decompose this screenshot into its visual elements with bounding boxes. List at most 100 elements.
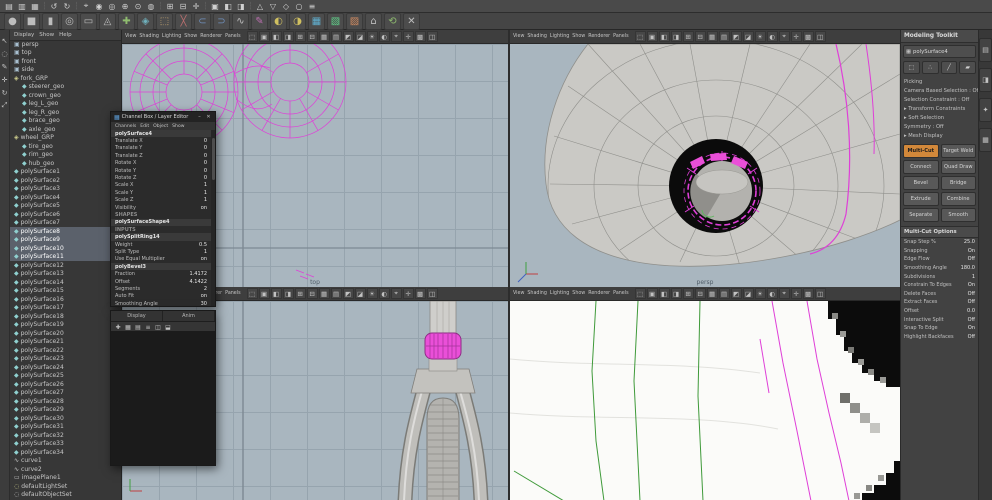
viewport-toolbar-icon[interactable]: ▣ [259, 288, 270, 299]
channel-value[interactable]: 30 [201, 301, 207, 306]
viewport-toolbar-icon[interactable]: ✛ [791, 31, 802, 42]
viewport-toolbar-icon[interactable]: ◩ [343, 31, 354, 42]
outliner-item[interactable]: ◆ polySurface22 [10, 346, 121, 355]
viewport-menu[interactable]: Show [572, 291, 585, 296]
channel-row[interactable]: Split Type 1 [111, 248, 211, 255]
lasso-tool-icon[interactable]: ◌ [0, 49, 9, 58]
viewport-toolbar-icon[interactable]: ⊞ [683, 31, 694, 42]
channel-value[interactable]: 1 [204, 182, 207, 188]
select-tool-icon[interactable]: ↖ [0, 36, 9, 45]
outliner-item[interactable]: ◆ polySurface23 [10, 355, 121, 364]
outliner-menu[interactable]: Display [14, 32, 34, 38]
multi-cut-icon[interactable]: ╳ [175, 13, 192, 30]
viewport-toolbar-icon[interactable]: ⬚ [247, 288, 258, 299]
outliner-item[interactable]: ◆ brace_geo [10, 117, 121, 126]
viewport-toolbar-icon[interactable]: ◫ [427, 288, 438, 299]
outliner-item[interactable]: ▣ side [10, 66, 121, 75]
option-value[interactable]: On [968, 282, 975, 288]
viewport-toolbar-icon[interactable]: ◪ [743, 288, 754, 299]
channel-row[interactable]: INPUTS [111, 226, 211, 233]
channel-value[interactable]: 2 [204, 286, 207, 292]
paint-select-tool-icon[interactable]: ✎ [0, 62, 9, 71]
channel-value[interactable]: on [201, 256, 207, 262]
outliner-item[interactable]: ◆ crown_geo [10, 91, 121, 100]
outliner-item[interactable]: ◆ polySurface10 [10, 244, 121, 253]
viewport-toolbar-icon[interactable]: ◫ [427, 31, 438, 42]
channel-row[interactable]: Offset 4.1422 [111, 278, 211, 285]
viewport-toolbar-icon[interactable]: ▣ [259, 31, 270, 42]
viewport-menu[interactable]: Renderer [200, 34, 222, 39]
viewport-toolbar-icon[interactable]: ▤ [719, 31, 730, 42]
viewport-toolbar-icon[interactable]: ▤ [331, 288, 342, 299]
separate-icon[interactable]: ⟲ [384, 13, 401, 30]
viewport-toolbar-icon[interactable]: ✛ [403, 288, 414, 299]
outliner-item[interactable]: ◆ polySurface9 [10, 236, 121, 245]
scrollbar[interactable] [211, 130, 215, 306]
outliner-item[interactable]: ◆ polySurface3 [10, 185, 121, 194]
channel-row[interactable]: Auto Fit on [111, 293, 211, 300]
tool-button[interactable]: Combine [941, 192, 977, 206]
new-layer-from-selected-icon[interactable]: ▦ [124, 323, 132, 331]
outliner-item[interactable]: ◆ polySurface14 [10, 278, 121, 287]
layer-list[interactable] [111, 331, 215, 465]
viewport-menu[interactable]: Renderer [588, 291, 610, 296]
tool-option-row[interactable]: Highlight Backfaces Off [901, 333, 978, 342]
add-divisions-icon[interactable]: ✚ [118, 13, 135, 30]
viewport-toolbar-icon[interactable]: ◫ [815, 31, 826, 42]
tool-option-row[interactable]: Delete Faces Off [901, 290, 978, 299]
tool-button[interactable]: Bridge [941, 176, 977, 190]
viewport-toolbar-icon[interactable]: ◧ [271, 288, 282, 299]
attribute-editor-tab-icon[interactable]: ◨ [979, 68, 992, 92]
channel-value[interactable]: on [201, 293, 207, 299]
viewport-toolbar-icon[interactable]: ☀ [367, 31, 378, 42]
outliner-item[interactable]: ◆ polySurface6 [10, 210, 121, 219]
outliner-item[interactable]: ◆ polySurface26 [10, 380, 121, 389]
tool-option-row[interactable]: Snapping On [901, 247, 978, 256]
separator[interactable]: ┆ [158, 1, 163, 12]
outliner-menu[interactable]: Show [39, 32, 54, 38]
sidebar-toggle-icon[interactable]: ≡ [306, 1, 318, 12]
viewport-toolbar-icon[interactable]: ▩ [803, 31, 814, 42]
viewport-toolbar-icon[interactable]: ⌖ [391, 288, 402, 299]
separator[interactable]: ┆ [74, 1, 79, 12]
outliner-item[interactable]: ◆ polySurface27 [10, 389, 121, 398]
channel-value[interactable]: 0 [204, 175, 207, 181]
outliner-item[interactable]: ◆ polySurface13 [10, 270, 121, 279]
viewport-toolbar-icon[interactable]: ◧ [659, 288, 670, 299]
viewport-toolbar-icon[interactable]: ▦ [707, 288, 718, 299]
outliner-item[interactable]: ◌ defaultObjectSet [10, 491, 121, 500]
tool-settings-tab-icon[interactable]: ✦ [979, 98, 992, 122]
file-open-icon[interactable]: ▥ [16, 1, 28, 12]
option-value[interactable]: 180.0 [961, 265, 975, 271]
viewport-toolbar-icon[interactable]: ☀ [367, 288, 378, 299]
viewport-toolbar-icon[interactable]: ⌖ [779, 31, 790, 42]
viewport-menu[interactable]: Show [184, 34, 197, 39]
relax-icon[interactable]: ◑ [289, 13, 306, 30]
outliner-item[interactable]: ◆ polySurface19 [10, 321, 121, 330]
viewport-toolbar-icon[interactable]: ◐ [379, 288, 390, 299]
tool-option-row[interactable]: Subdivisions 1 [901, 272, 978, 281]
poly-cube-icon[interactable]: ■ [23, 13, 40, 30]
poly-sphere-icon[interactable]: ● [4, 13, 21, 30]
channel-row[interactable]: polySplitRing14 [111, 233, 211, 240]
viewport-toolbar-icon[interactable]: ⊟ [695, 288, 706, 299]
viewport-toolbar-icon[interactable]: ▣ [647, 31, 658, 42]
output-connections-icon[interactable]: ⊟ [177, 1, 189, 12]
poly-torus-icon[interactable]: ◎ [61, 13, 78, 30]
layer-editor-tab[interactable]: Display [111, 311, 163, 321]
target-weld-icon[interactable]: ▧ [327, 13, 344, 30]
option-value[interactable]: Off [968, 299, 975, 305]
viewport-toolbar-icon[interactable]: ◐ [767, 31, 778, 42]
vertex-mode-icon[interactable]: ∴ [922, 61, 939, 74]
minimize-button[interactable]: – [196, 114, 203, 120]
outliner-item[interactable]: ◆ polySurface32 [10, 431, 121, 440]
scrollbar-thumb[interactable] [212, 138, 215, 180]
layer-options-icon[interactable]: ≡ [144, 323, 152, 331]
channel-row[interactable]: Translate Y 0 [111, 145, 211, 152]
channel-row[interactable]: polyBevel3 [111, 263, 211, 270]
outliner-item[interactable]: ◆ polySurface28 [10, 397, 121, 406]
viewport-toolbar-icon[interactable]: ⬚ [635, 288, 646, 299]
separator[interactable]: ┆ [248, 1, 253, 12]
outliner-item[interactable]: ◆ polySurface12 [10, 261, 121, 270]
mirror-icon[interactable]: ⌂ [365, 13, 382, 30]
